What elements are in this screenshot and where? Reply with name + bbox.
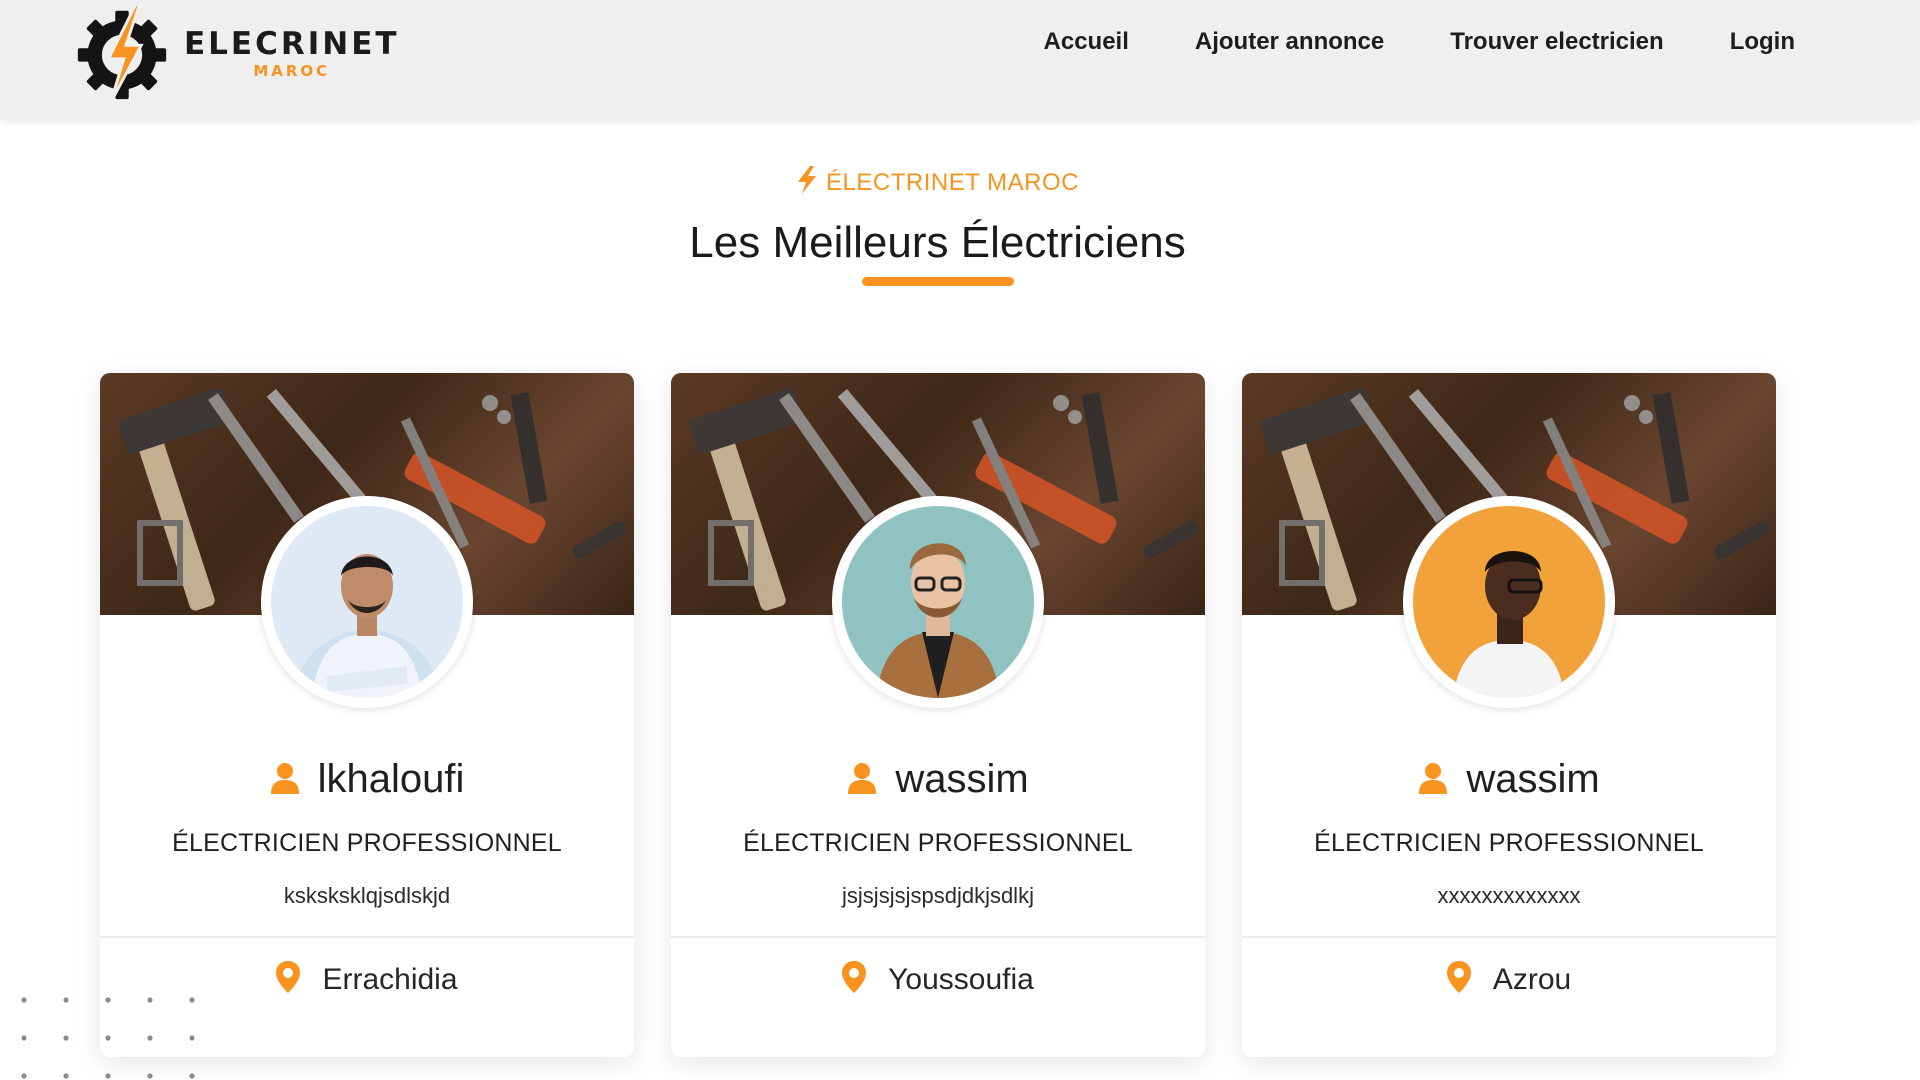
section-eyebrow: ÉLECTRINET MAROC: [0, 166, 1875, 201]
electrician-name: lkhaloufi: [100, 757, 634, 804]
avatar: [842, 506, 1034, 698]
electrician-description: ksksksklqjsdlskjd: [283, 883, 451, 908]
decorative-dot-grid: [21, 997, 195, 1079]
city-text: Youssoufia: [888, 963, 1034, 996]
user-icon: [270, 759, 300, 804]
electrician-role: ÉLECTRICIEN PROFESSIONNEL: [743, 829, 1133, 857]
avatar: [1413, 506, 1605, 698]
bolt-icon: [796, 166, 818, 201]
location-pin-icon: [1446, 961, 1471, 1001]
brand-logo[interactable]: ELECRINET MAROC: [74, 0, 400, 108]
nav-trouver-electricien[interactable]: Trouver electricien: [1450, 28, 1663, 56]
avatar-frame: [832, 496, 1044, 708]
nav-login[interactable]: Login: [1730, 28, 1795, 56]
avatar: [271, 506, 463, 698]
avatar-frame: [1403, 496, 1615, 708]
user-icon: [847, 759, 877, 804]
name-text: lkhaloufi: [317, 757, 465, 801]
city-text: Azrou: [1492, 963, 1572, 996]
electrician-name: wassim: [671, 757, 1205, 804]
nav-ajouter-annonce[interactable]: Ajouter annonce: [1195, 28, 1384, 56]
electrician-name: wassim: [1242, 757, 1776, 804]
section-title: Les Meilleurs Électriciens: [689, 218, 1186, 267]
electrician-card[interactable]: lkhaloufi ÉLECTRICIEN PROFESSIONNEL ksks…: [100, 373, 634, 1057]
city-text: Errachidia: [322, 963, 458, 996]
electrician-description: xxxxxxxxxxxxx: [1437, 883, 1581, 908]
electrician-description: jsjsjsjsjspsdjdkjsdlkj: [842, 883, 1034, 908]
location-pin-icon: [842, 961, 867, 1001]
card-divider: [671, 936, 1205, 938]
title-underline: [862, 277, 1014, 286]
electrician-card[interactable]: wassim ÉLECTRICIEN PROFESSIONNEL xxxxxxx…: [1242, 373, 1776, 1057]
electrician-role: ÉLECTRICIEN PROFESSIONNEL: [172, 829, 562, 857]
electrician-card[interactable]: wassim ÉLECTRICIEN PROFESSIONNEL jsjsjsj…: [671, 373, 1205, 1057]
brand-subtitle: MAROC: [253, 61, 331, 80]
location-pin-icon: [276, 961, 301, 1001]
nav-accueil[interactable]: Accueil: [1044, 28, 1129, 56]
name-text: wassim: [1466, 757, 1600, 801]
eyebrow-text: ÉLECTRINET MAROC: [826, 169, 1079, 196]
top-navbar: ELECRINET MAROC Accueil Ajouter annonce …: [0, 0, 1920, 120]
avatar-frame: [261, 496, 473, 708]
electrician-location: Azrou: [1242, 961, 1776, 1001]
user-icon: [1418, 759, 1448, 804]
main-nav: Accueil Ajouter annonce Trouver electric…: [1044, 28, 1795, 56]
brand-name: ELECRINET: [184, 25, 400, 62]
gear-bolt-logo-icon: [77, 3, 167, 104]
card-divider: [1242, 936, 1776, 938]
electrician-location: Youssoufia: [671, 961, 1205, 1001]
card-divider: [100, 936, 634, 938]
electrician-role: ÉLECTRICIEN PROFESSIONNEL: [1314, 829, 1704, 857]
name-text: wassim: [895, 757, 1029, 801]
